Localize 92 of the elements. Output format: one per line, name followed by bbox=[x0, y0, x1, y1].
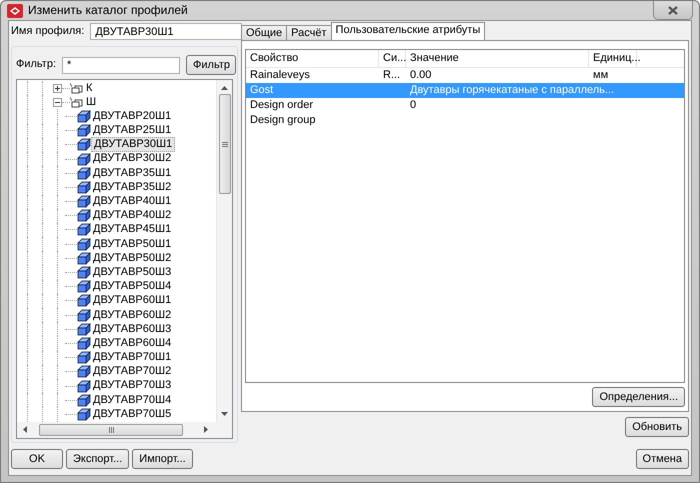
tab[interactable]: Расчёт bbox=[286, 25, 332, 40]
table-row[interactable]: Rainaleveys R... 0.00 мм bbox=[246, 68, 684, 83]
cube-icon bbox=[77, 138, 91, 152]
cube-icon bbox=[77, 380, 91, 393]
footer-button[interactable]: Импорт... bbox=[132, 448, 193, 468]
footer-button[interactable]: OK bbox=[11, 448, 63, 468]
cube-icon bbox=[77, 308, 91, 322]
tree-item[interactable]: ДВУТАВР70Ш2 bbox=[91, 365, 174, 378]
tree-item[interactable]: К bbox=[84, 82, 94, 95]
cube-icon bbox=[77, 223, 91, 236]
tree-item[interactable]: ДВУТАВР70Ш1 bbox=[91, 351, 174, 364]
scroll-left-icon bbox=[23, 426, 27, 433]
tree-item[interactable]: ДВУТАВР45Ш1 bbox=[91, 223, 174, 237]
cube-icon bbox=[77, 408, 91, 421]
cancel-button[interactable]: Отмена bbox=[636, 448, 689, 468]
cube-icon bbox=[77, 322, 91, 336]
table-row[interactable]: Design group bbox=[246, 113, 684, 128]
tree-item[interactable]: ДВУТАВР60Ш1 bbox=[91, 294, 174, 308]
grip-icon bbox=[222, 142, 228, 146]
cube-icon bbox=[77, 280, 91, 294]
folder-group-icon bbox=[70, 82, 84, 94]
vertical-scrollbar[interactable] bbox=[216, 80, 232, 422]
table-cell: 0.00 bbox=[410, 68, 432, 81]
tab[interactable]: Пользовательские атрибуты bbox=[330, 22, 486, 40]
folder-group-icon bbox=[70, 96, 84, 108]
cube-icon bbox=[77, 351, 91, 364]
tree-item[interactable]: ДВУТАВР20Ш1 bbox=[91, 110, 174, 124]
table-cell: R... bbox=[383, 68, 400, 81]
table-cell: 0 bbox=[410, 98, 416, 111]
cube-icon bbox=[77, 110, 91, 123]
cube-icon bbox=[77, 294, 91, 308]
tree-item[interactable]: ДВУТАВР50Ш3 bbox=[91, 266, 174, 280]
tree-item[interactable]: ДВУТАВР60Ш4 bbox=[91, 336, 174, 350]
cube-icon bbox=[77, 180, 91, 194]
scroll-down-icon bbox=[221, 412, 228, 416]
tree-item[interactable]: ДВУТАВР50Ш1 bbox=[91, 238, 174, 251]
app-icon bbox=[7, 4, 23, 18]
column-header[interactable]: Единиц... bbox=[589, 50, 637, 67]
table-cell: Design group bbox=[250, 114, 316, 126]
table-cell: мм bbox=[593, 68, 608, 81]
tree-item[interactable]: ДВУТАВР50Ш4 bbox=[91, 280, 174, 294]
table-cell: Двутавры горячекатаные с параллель... bbox=[410, 84, 614, 96]
horizontal-scrollbar[interactable] bbox=[17, 422, 232, 438]
tree-item[interactable]: ДВУТАВР50Ш2 bbox=[91, 252, 174, 265]
filter-field[interactable]: * bbox=[62, 56, 180, 74]
window-title: Изменить каталог профилей bbox=[28, 3, 188, 18]
cube-icon bbox=[77, 394, 91, 407]
close-icon bbox=[668, 6, 678, 14]
filter-label: Фильтр: bbox=[16, 58, 56, 72]
tree-item[interactable]: ДВУТАВР70Ш3 bbox=[91, 379, 174, 393]
tree-item[interactable]: Ш bbox=[84, 96, 98, 109]
tree-item[interactable]: ДВУТАВР40Ш2 bbox=[91, 209, 174, 222]
footer-button[interactable]: Экспорт... bbox=[66, 448, 130, 468]
profile-name-label: Имя профиля: bbox=[11, 24, 84, 38]
cube-icon bbox=[77, 238, 91, 251]
table-cell: Design order bbox=[250, 98, 313, 111]
tree-item[interactable]: ДВУТАВР35Ш1 bbox=[91, 166, 174, 180]
tree-item[interactable]: ДВУТАВР60Ш2 bbox=[91, 308, 174, 322]
cube-icon bbox=[77, 152, 91, 166]
column-header[interactable]: Си... bbox=[379, 50, 406, 67]
definitions-button[interactable]: Определения... bbox=[592, 387, 685, 407]
tree-item[interactable]: ДВУТАВР40Ш1 bbox=[91, 195, 174, 208]
scroll-up-icon bbox=[221, 86, 228, 90]
cube-icon bbox=[77, 252, 91, 265]
cube-icon bbox=[77, 209, 91, 222]
cube-icon bbox=[77, 336, 91, 350]
table-cell: Gost bbox=[250, 84, 274, 96]
tree-item[interactable]: ДВУТАВР60Ш3 bbox=[91, 322, 174, 336]
table-row[interactable]: Design order 0 bbox=[246, 98, 684, 113]
profile-name-field[interactable]: ДВУТАВР30Ш1 bbox=[90, 23, 242, 40]
scroll-right-icon bbox=[204, 426, 208, 433]
cube-icon bbox=[77, 266, 91, 280]
grip-icon bbox=[108, 426, 114, 432]
column-header[interactable]: Значение bbox=[406, 50, 589, 67]
close-button[interactable] bbox=[653, 1, 693, 20]
tab[interactable]: Общие bbox=[241, 25, 288, 40]
update-button[interactable]: Обновить bbox=[625, 417, 689, 437]
tree-item[interactable]: ДВУТАВР30Ш2 bbox=[91, 152, 174, 166]
cube-icon bbox=[77, 166, 91, 180]
cube-icon bbox=[77, 195, 91, 208]
tree-item[interactable]: ДВУТАВР70Ш4 bbox=[91, 394, 174, 407]
tree-item[interactable]: ДВУТАВР30Ш1 bbox=[91, 137, 176, 152]
filter-button[interactable]: Фильтр bbox=[186, 55, 236, 75]
table-cell: Rainaleveys bbox=[250, 68, 310, 81]
cube-icon bbox=[77, 124, 91, 138]
column-header[interactable]: Свойство bbox=[246, 50, 379, 67]
tree-item[interactable]: ДВУТАВР70Ш5 bbox=[91, 408, 174, 421]
tree-item[interactable]: ДВУТАВР35Ш2 bbox=[91, 180, 174, 194]
collapse-icon[interactable] bbox=[53, 98, 62, 107]
tree-item[interactable]: ДВУТАВР25Ш1 bbox=[91, 124, 174, 138]
cube-icon bbox=[77, 365, 91, 378]
expand-icon[interactable] bbox=[53, 84, 62, 93]
